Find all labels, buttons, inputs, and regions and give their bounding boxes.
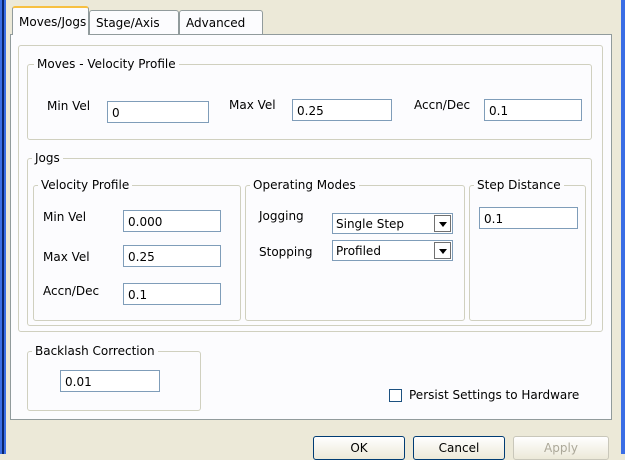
jogs-group: Jogs Velocity Profile Min Vel 0.000 Max … bbox=[27, 151, 592, 326]
persist-checkbox[interactable] bbox=[389, 389, 402, 402]
moves-min-vel-input[interactable]: 0 bbox=[107, 101, 209, 123]
jog-accn-input[interactable]: 0.1 bbox=[123, 283, 221, 305]
jog-velocity-title: Velocity Profile bbox=[38, 178, 133, 192]
tab-advanced[interactable]: Advanced bbox=[179, 10, 263, 34]
window-left-border bbox=[0, 0, 6, 454]
window-right-border bbox=[621, 0, 625, 454]
tab-stage-axis[interactable]: Stage/Axis bbox=[89, 10, 179, 34]
moves-accn-label: Accn/Dec bbox=[414, 98, 471, 112]
stopping-dropdown-arrow-icon[interactable] bbox=[434, 242, 451, 259]
step-distance-input[interactable]: 0.1 bbox=[479, 207, 578, 229]
moves-max-vel-label: Max Vel bbox=[229, 98, 276, 112]
backlash-title: Backlash Correction bbox=[32, 344, 158, 358]
jog-velocity-group: Velocity Profile Min Vel 0.000 Max Vel 0… bbox=[33, 178, 241, 321]
backlash-input[interactable]: 0.01 bbox=[60, 370, 160, 392]
moves-max-vel-input[interactable]: 0.25 bbox=[292, 99, 392, 121]
moves-min-vel-label: Min Vel bbox=[47, 99, 91, 113]
stopping-select-value: Profiled bbox=[336, 244, 381, 258]
jogging-select-value: Single Step bbox=[336, 217, 405, 231]
operating-modes-title: Operating Modes bbox=[250, 178, 359, 192]
jog-min-vel-label: Min Vel bbox=[43, 210, 87, 224]
stopping-select[interactable]: Profiled bbox=[332, 240, 453, 261]
jogging-dropdown-arrow-icon[interactable] bbox=[434, 215, 451, 232]
step-distance-title: Step Distance bbox=[474, 178, 564, 192]
jog-accn-label: Accn/Dec bbox=[43, 284, 100, 298]
step-distance-group: Step Distance 0.1 bbox=[469, 178, 586, 321]
tab-moves-jogs[interactable]: Moves/Jogs bbox=[12, 6, 89, 35]
moves-jogs-content: Moves - Velocity Profile Min Vel 0 Max V… bbox=[10, 34, 612, 420]
jogs-title: Jogs bbox=[32, 151, 63, 165]
jogging-select[interactable]: Single Step bbox=[332, 213, 453, 234]
cancel-button[interactable]: Cancel bbox=[413, 436, 505, 460]
apply-button[interactable]: Apply bbox=[513, 436, 609, 460]
jog-max-vel-input[interactable]: 0.25 bbox=[123, 245, 221, 267]
jogging-label: Jogging bbox=[259, 209, 304, 223]
moves-velocity-title: Moves - Velocity Profile bbox=[34, 57, 179, 71]
ok-button[interactable]: OK bbox=[313, 436, 405, 460]
moves-velocity-group: Moves - Velocity Profile Min Vel 0 Max V… bbox=[27, 57, 592, 140]
backlash-group: Backlash Correction 0.01 bbox=[27, 344, 201, 411]
jog-max-vel-label: Max Vel bbox=[43, 250, 90, 264]
stopping-label: Stopping bbox=[259, 245, 313, 259]
jog-min-vel-input[interactable]: 0.000 bbox=[123, 210, 221, 232]
window-top-strip bbox=[0, 0, 625, 5]
operating-modes-group: Operating Modes Jogging Single Step Stop… bbox=[245, 178, 465, 321]
moves-accn-input[interactable]: 0.1 bbox=[484, 99, 582, 121]
persist-label[interactable]: Persist Settings to Hardware bbox=[409, 387, 579, 403]
